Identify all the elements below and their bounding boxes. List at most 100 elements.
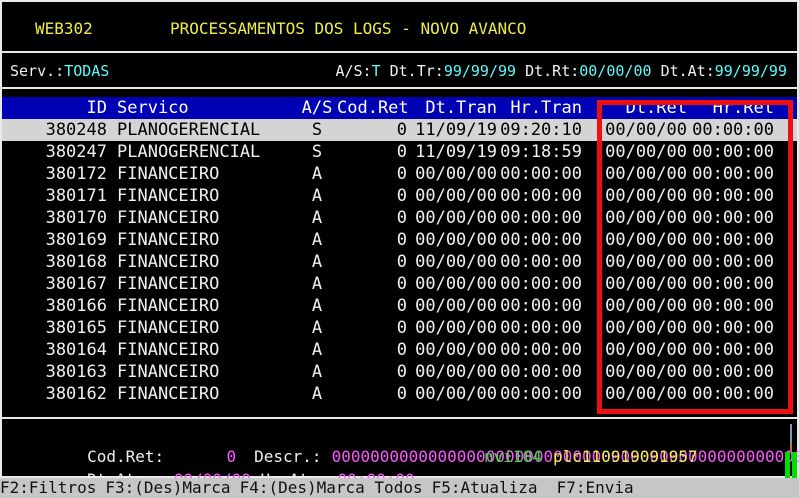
cell-dt-tran: 00/00/00	[407, 295, 497, 317]
header-dt-tran: Dt.Tran	[407, 97, 497, 119]
cell-id: 380165	[2, 317, 107, 339]
header-dt-ret: Dt.Ret	[582, 97, 687, 119]
cell-dt-ret: 00/00/00	[582, 251, 687, 273]
detail-row-atu: Dt.Atu.: 00/00/00 Hr.Atu: 00:00:00 nvi10…	[2, 445, 797, 468]
terminal-screen: WEB302 PROCESSAMENTOS DOS LOGS - NOVO AV…	[0, 0, 799, 498]
spacer	[652, 62, 661, 80]
cell-as: A	[297, 229, 337, 251]
cell-dt-tran: 00/00/00	[407, 185, 497, 207]
cell-as: A	[297, 251, 337, 273]
table-row[interactable]: 380168FINANCEIROA000/00/0000:00:0000/00/…	[2, 251, 797, 273]
cell-dt-tran: 00/00/00	[407, 163, 497, 185]
cell-dt-ret: 00/00/00	[582, 339, 687, 361]
page-title: PROCESSAMENTOS DOS LOGS - NOVO AVANCO	[170, 19, 526, 38]
spacer	[516, 62, 525, 80]
cell-cod-ret: 0	[337, 383, 407, 405]
cell-cod-ret: 0	[337, 141, 407, 163]
cell-hr-ret: 00:00:00	[687, 185, 774, 207]
cell-dt-tran: 11/09/19	[407, 119, 497, 141]
table-row[interactable]: 380164FINANCEIROA000/00/0000:00:0000/00/…	[2, 339, 797, 361]
cell-hr-tran: 00:00:00	[497, 251, 582, 273]
cell-id: 380172	[2, 163, 107, 185]
cell-dt-tran: 00/00/00	[407, 251, 497, 273]
cell-dt-ret: 00/00/00	[582, 295, 687, 317]
cell-dt-ret: 00/00/00	[582, 207, 687, 229]
cell-id: 380163	[2, 361, 107, 383]
cell-hr-ret: 00:00:00	[687, 383, 774, 405]
as-value-field[interactable]: T	[372, 62, 381, 80]
cell-servico: FINANCEIRO	[117, 383, 297, 405]
cell-hr-tran: 00:00:00	[497, 207, 582, 229]
cell-as: A	[297, 339, 337, 361]
table-row[interactable]: 380165FINANCEIROA000/00/0000:00:0000/00/…	[2, 317, 797, 339]
dt-rt-label: Dt.Rt:	[525, 62, 579, 80]
cell-servico: FINANCEIRO	[117, 295, 297, 317]
terminal-id: nvi104	[484, 445, 542, 468]
table-row[interactable]: 380247PLANOGERENCIALS011/09/1909:18:5900…	[2, 141, 797, 163]
screen-frame: WEB302 PROCESSAMENTOS DOS LOGS - NOVO AV…	[0, 0, 799, 478]
cell-hr-ret: 00:00:00	[687, 119, 774, 141]
table-body: 380248PLANOGERENCIALS011/09/1909:20:1000…	[2, 119, 797, 405]
table-row[interactable]: 380163FINANCEIROA000/00/0000:00:0000/00/…	[2, 361, 797, 383]
filter-serv: Serv.:TODAS	[10, 62, 109, 80]
cell-as: A	[297, 295, 337, 317]
cell-id: 380167	[2, 273, 107, 295]
cell-dt-ret: 00/00/00	[582, 141, 687, 163]
table-row[interactable]: 380171FINANCEIROA000/00/0000:00:0000/00/…	[2, 185, 797, 207]
function-key-bar: F2:Filtros F3:(Des)Marca F4:(Des)Marca Tod…	[0, 478, 799, 498]
cell-dt-tran: 00/00/00	[407, 229, 497, 251]
cell-as: A	[297, 207, 337, 229]
cell-cod-ret: 0	[337, 229, 407, 251]
function-key-hint: F3:(Des)Marca	[105, 478, 230, 497]
cell-dt-tran: 00/00/00	[407, 339, 497, 361]
header-as: A/S	[297, 97, 337, 119]
table-row[interactable]: 380172FINANCEIROA000/00/0000:00:0000/00/…	[2, 163, 797, 185]
cell-id: 380248	[2, 119, 107, 141]
cell-hr-tran: 09:18:59	[497, 141, 582, 163]
cell-id: 380166	[2, 295, 107, 317]
dt-rt-value-field[interactable]: 00/00/00	[579, 62, 651, 80]
cell-dt-ret: 00/00/00	[582, 163, 687, 185]
cell-as: A	[297, 163, 337, 185]
dt-tr-value-field[interactable]: 99/99/99	[444, 62, 516, 80]
cell-cod-ret: 0	[337, 295, 407, 317]
process-id: plc110919091957	[553, 445, 698, 468]
table-row[interactable]: 380167FINANCEIROA000/00/0000:00:0000/00/…	[2, 273, 797, 295]
header-hr-tran: Hr.Tran	[497, 97, 582, 119]
cursor-block-icon	[792, 452, 797, 478]
cell-dt-ret: 00/00/00	[582, 361, 687, 383]
cell-dt-tran: 00/00/00	[407, 317, 497, 339]
cell-hr-tran: 00:00:00	[497, 383, 582, 405]
cell-dt-tran: 00/00/00	[407, 361, 497, 383]
cell-servico: FINANCEIRO	[117, 207, 297, 229]
function-key-hint: F2:Filtros	[0, 478, 96, 497]
cell-dt-ret: 00/00/00	[582, 185, 687, 207]
cell-hr-ret: 00:00:00	[687, 295, 774, 317]
table-row[interactable]: 380162FINANCEIROA000/00/0000:00:0000/00/…	[2, 383, 797, 405]
cell-servico: FINANCEIRO	[117, 229, 297, 251]
table-row[interactable]: 380166FINANCEIROA000/00/0000:00:0000/00/…	[2, 295, 797, 317]
cell-cod-ret: 0	[337, 317, 407, 339]
table-row[interactable]: 380169FINANCEIROA000/00/0000:00:0000/00/…	[2, 229, 797, 251]
cell-dt-ret: 00/00/00	[582, 229, 687, 251]
cell-dt-tran: 11/09/19	[407, 141, 497, 163]
cell-as: A	[297, 361, 337, 383]
cell-dt-tran: 00/00/00	[407, 273, 497, 295]
header-hr-ret: Hr.Ret	[687, 97, 774, 119]
cell-cod-ret: 0	[337, 273, 407, 295]
cell-servico: PLANOGERENCIAL	[117, 141, 297, 163]
header-cod-ret: Cod.Ret	[337, 97, 407, 119]
table-row[interactable]: 380248PLANOGERENCIALS011/09/1909:20:1000…	[2, 119, 797, 141]
dt-at-value-field[interactable]: 99/99/99	[715, 62, 787, 80]
serv-value-field[interactable]: TODAS	[64, 62, 109, 80]
cell-servico: FINANCEIRO	[117, 185, 297, 207]
detail-row-codret: Cod.Ret:0Descr.:000000000000000000000000…	[2, 419, 797, 445]
cell-as: S	[297, 141, 337, 163]
as-label: A/S:	[335, 62, 371, 80]
table-row[interactable]: 380170FINANCEIROA000/00/0000:00:0000/00/…	[2, 207, 797, 229]
cell-id: 380171	[2, 185, 107, 207]
function-key-hint: F4:(Des)Marca Todos	[240, 478, 423, 497]
cell-hr-tran: 00:00:00	[497, 339, 582, 361]
cell-servico: FINANCEIRO	[117, 163, 297, 185]
scrollbar-marker-icon	[790, 424, 792, 442]
